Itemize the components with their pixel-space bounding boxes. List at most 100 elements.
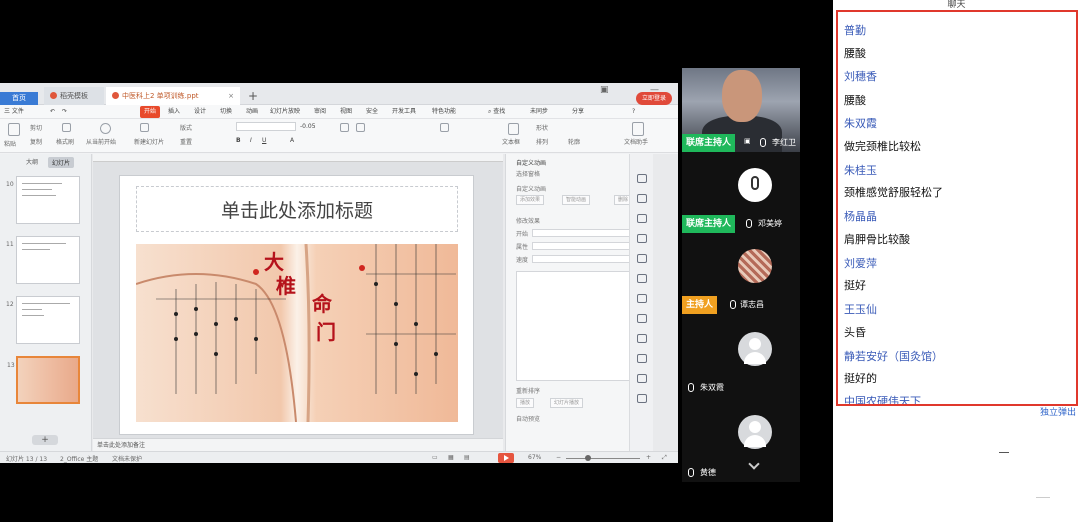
tab-outline[interactable]: 大纲 bbox=[26, 157, 38, 166]
menu-features[interactable]: 特色功能 bbox=[432, 105, 456, 119]
textbox-icon[interactable] bbox=[508, 123, 519, 135]
tab-docer[interactable]: 稻壳模板 bbox=[44, 87, 104, 105]
redo-icon[interactable]: ↷ bbox=[62, 105, 67, 119]
bold-button[interactable]: B bbox=[236, 137, 241, 144]
close-tab-icon[interactable]: × bbox=[228, 87, 234, 105]
menu-security[interactable]: 安全 bbox=[366, 105, 378, 119]
settings-icon[interactable] bbox=[637, 394, 647, 403]
format-painter-icon[interactable] bbox=[62, 123, 71, 132]
grid-icon[interactable]: ▣ bbox=[600, 85, 609, 95]
design-icon[interactable] bbox=[637, 194, 647, 203]
normal-view-icon[interactable]: ▭ bbox=[432, 454, 438, 461]
reading-view-icon[interactable]: ▤ bbox=[464, 454, 470, 461]
zoom-in-icon[interactable]: + bbox=[646, 454, 651, 461]
login-button[interactable]: 立即登录 bbox=[635, 92, 672, 105]
picture-icon[interactable] bbox=[637, 294, 647, 303]
italic-button[interactable]: I bbox=[250, 137, 252, 144]
menu-file[interactable]: 三 文件 bbox=[4, 105, 24, 119]
fit-window-icon[interactable]: ⤢ bbox=[662, 454, 667, 462]
slideshow-button[interactable]: 幻灯片播放 bbox=[550, 398, 584, 408]
menu-home[interactable]: 开始 bbox=[140, 106, 161, 118]
thumb-line bbox=[22, 183, 62, 184]
smart-animation-button[interactable]: 智能动画 bbox=[562, 195, 591, 205]
notes-field[interactable]: 单击此处添加备注 bbox=[93, 438, 503, 451]
add-slide-button[interactable]: + bbox=[32, 435, 58, 445]
chat-sender: 静若安好（国灸馆） bbox=[844, 350, 943, 363]
font-name-field[interactable] bbox=[236, 122, 296, 131]
zoom-slider[interactable] bbox=[566, 458, 640, 459]
shape-button[interactable]: 形状 bbox=[536, 123, 548, 132]
font-size-value[interactable]: -0.05 bbox=[300, 123, 316, 130]
slide-thumbnail-selected[interactable]: 13 bbox=[7, 356, 80, 404]
cut-button[interactable]: 剪切 bbox=[30, 123, 42, 132]
video-tile[interactable]: 黄德 bbox=[682, 397, 800, 482]
share-icon[interactable] bbox=[637, 354, 647, 363]
new-slide-icon[interactable] bbox=[140, 123, 149, 132]
font-color-button[interactable]: A bbox=[290, 137, 294, 144]
menu-share[interactable]: 分享 bbox=[572, 105, 584, 119]
reset-button[interactable]: 重置 bbox=[180, 137, 192, 146]
zoom-level[interactable]: 67% bbox=[528, 454, 541, 461]
play-from-current-icon[interactable] bbox=[100, 123, 111, 134]
slide-thumbnail[interactable]: 11 bbox=[6, 236, 80, 284]
sorter-view-icon[interactable]: ▦ bbox=[448, 454, 454, 461]
menu-animation[interactable]: 动画 bbox=[246, 105, 258, 119]
zoom-out-icon[interactable]: − bbox=[556, 454, 561, 461]
slide[interactable]: 单击此处添加标题 大 椎 命 门 bbox=[119, 175, 474, 435]
menu-sync[interactable]: 未同步 bbox=[530, 105, 548, 119]
doc-assistant-icon[interactable] bbox=[632, 122, 644, 136]
undo-icon[interactable]: ↶ bbox=[50, 105, 55, 119]
shape-icon[interactable] bbox=[637, 254, 647, 263]
tab-slides[interactable]: 幻灯片 bbox=[48, 157, 75, 168]
animation-icon[interactable] bbox=[637, 214, 647, 223]
video-tile[interactable]: 联席主持人 邓美婷 bbox=[682, 152, 800, 233]
layout-button[interactable]: 版式 bbox=[180, 123, 192, 132]
detach-chat-button[interactable]: 独立弹出 bbox=[1040, 405, 1076, 418]
outline-button[interactable]: 轮廓 bbox=[568, 137, 580, 146]
workspace: 大纲 幻灯片 10 11 12 13 + 单击此处添加标题 大 椎 命 门 单击… bbox=[0, 154, 678, 451]
help-icon[interactable]: ? bbox=[632, 105, 635, 119]
copy-button[interactable]: 复制 bbox=[30, 137, 42, 146]
slide-thumbnail[interactable]: 12 bbox=[6, 296, 80, 344]
participant-name-bar: 联席主持人 邓美婷 bbox=[682, 215, 800, 233]
protection-status[interactable]: 文档未保护 bbox=[112, 454, 142, 463]
thumb-line bbox=[22, 315, 44, 316]
zoom-slider-handle[interactable] bbox=[585, 455, 591, 461]
menu-insert[interactable]: 插入 bbox=[168, 105, 180, 119]
tab-home[interactable]: 首页 bbox=[0, 92, 38, 105]
menu-slideshow[interactable]: 幻灯片放映 bbox=[270, 105, 300, 119]
arrange-button[interactable]: 排列 bbox=[536, 137, 548, 146]
chat-message-list[interactable]: 普勤 腰酸 刘穗香 腰酸 朱双霞 做完颈椎比较松 朱桂玉 颈椎感觉舒服轻松了 杨… bbox=[836, 10, 1078, 406]
menu-review[interactable]: 审阅 bbox=[314, 105, 326, 119]
backup-icon[interactable] bbox=[637, 334, 647, 343]
align-icon[interactable] bbox=[440, 123, 449, 132]
new-tab-icon[interactable]: + bbox=[248, 89, 258, 103]
menu-view[interactable]: 视图 bbox=[340, 105, 352, 119]
transition-icon[interactable] bbox=[637, 314, 647, 323]
underline-button[interactable]: U bbox=[262, 137, 266, 144]
divider bbox=[999, 452, 1009, 453]
table-icon[interactable] bbox=[637, 234, 647, 243]
add-effect-button[interactable]: 添加效果 bbox=[516, 195, 545, 205]
menu-design[interactable]: 设计 bbox=[194, 105, 206, 119]
play-slideshow-button[interactable] bbox=[498, 453, 514, 463]
slide-number: 10 bbox=[6, 181, 14, 188]
paste-icon[interactable] bbox=[8, 123, 20, 136]
numbering-icon[interactable] bbox=[356, 123, 365, 132]
video-tile-camera[interactable]: 联席主持人 ▣ 李红卫 bbox=[682, 68, 800, 152]
menu-transition[interactable]: 切换 bbox=[220, 105, 232, 119]
video-tile[interactable]: 主持人 谭志昌 bbox=[682, 233, 800, 314]
video-tile[interactable]: 朱双霞 bbox=[682, 314, 800, 397]
play-button[interactable]: 播放 bbox=[516, 398, 535, 408]
tab-document[interactable]: 中医科上2 单项训练.ppt × bbox=[106, 87, 240, 105]
menu-search[interactable]: ⌕ 查找 bbox=[488, 105, 505, 119]
autopreview-checkbox[interactable]: 自动预览 bbox=[516, 414, 540, 423]
list-icon[interactable] bbox=[637, 374, 647, 383]
menu-developer[interactable]: 开发工具 bbox=[392, 105, 416, 119]
bullets-icon[interactable] bbox=[340, 123, 349, 132]
chart-icon[interactable] bbox=[637, 274, 647, 283]
slide-title-placeholder[interactable]: 单击此处添加标题 bbox=[136, 186, 458, 232]
property-icon[interactable] bbox=[637, 174, 647, 183]
slide-thumbnail[interactable]: 10 bbox=[6, 176, 80, 224]
select-pane-link[interactable]: 选择窗格 bbox=[516, 169, 540, 178]
